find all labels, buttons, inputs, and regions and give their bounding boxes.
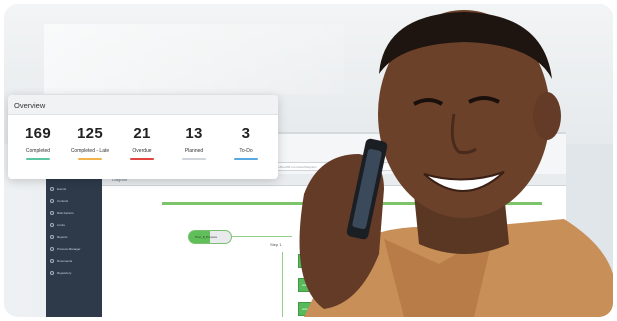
sidebar-item[interactable]: Risk Factors — [50, 208, 98, 218]
stats-row: 169 Completed 125 Completed - Late 21 Ov… — [8, 115, 278, 160]
circle-icon — [50, 259, 54, 263]
overview-card: Overview 169 Completed 125 Completed - L… — [8, 95, 278, 179]
circle-icon — [50, 211, 54, 215]
stat-completed[interactable]: 169 Completed — [12, 125, 64, 160]
stat-value: 169 — [25, 125, 51, 142]
stat-value: 3 — [241, 125, 251, 142]
stat-completed-late[interactable]: 125 Completed - Late — [64, 125, 116, 160]
stat-bar — [78, 158, 102, 160]
stat-bar — [182, 158, 206, 160]
stat-bar — [234, 158, 258, 160]
sidebar-item[interactable]: Process Manager — [50, 244, 98, 254]
stat-to-do[interactable]: 3 To-Do — [220, 125, 272, 160]
stat-bar — [26, 158, 50, 160]
stat-value: 21 — [133, 125, 151, 142]
stat-label: Completed - Late — [70, 148, 110, 154]
sidebar-item[interactable]: Reports — [50, 232, 98, 242]
sidebar-item[interactable]: Repository — [50, 268, 98, 278]
sidebar-item[interactable]: Limits — [50, 220, 98, 230]
sidebar-item[interactable]: Events — [50, 184, 98, 194]
stat-value: 125 — [77, 125, 103, 142]
circle-icon — [50, 271, 54, 275]
overview-title: Overview — [8, 95, 278, 115]
circle-icon — [50, 199, 54, 203]
sidebar-item[interactable]: Documents — [50, 256, 98, 266]
process-node[interactable]: Proc_8_Process — [188, 230, 232, 244]
stat-bar — [130, 158, 154, 160]
sidebar-item[interactable]: Controls — [50, 196, 98, 206]
circle-icon — [50, 187, 54, 191]
stat-label: Overdue — [132, 148, 152, 154]
stat-overdue[interactable]: 21 Overdue — [116, 125, 168, 160]
person-on-phone — [299, 10, 613, 317]
circle-icon — [50, 247, 54, 251]
stat-label: To-Do — [239, 148, 253, 154]
circle-icon — [50, 223, 54, 227]
stat-label: Completed — [25, 148, 51, 154]
stat-value: 13 — [185, 125, 203, 142]
circle-icon — [50, 235, 54, 239]
hero-image: www.office365.com/sites/Diagram/ Events … — [4, 4, 613, 317]
app-sidebar: Events Controls Risk Factors Limits Repo… — [46, 174, 102, 317]
stat-label: Planned — [184, 148, 204, 154]
stat-planned[interactable]: 13 Planned — [168, 125, 220, 160]
